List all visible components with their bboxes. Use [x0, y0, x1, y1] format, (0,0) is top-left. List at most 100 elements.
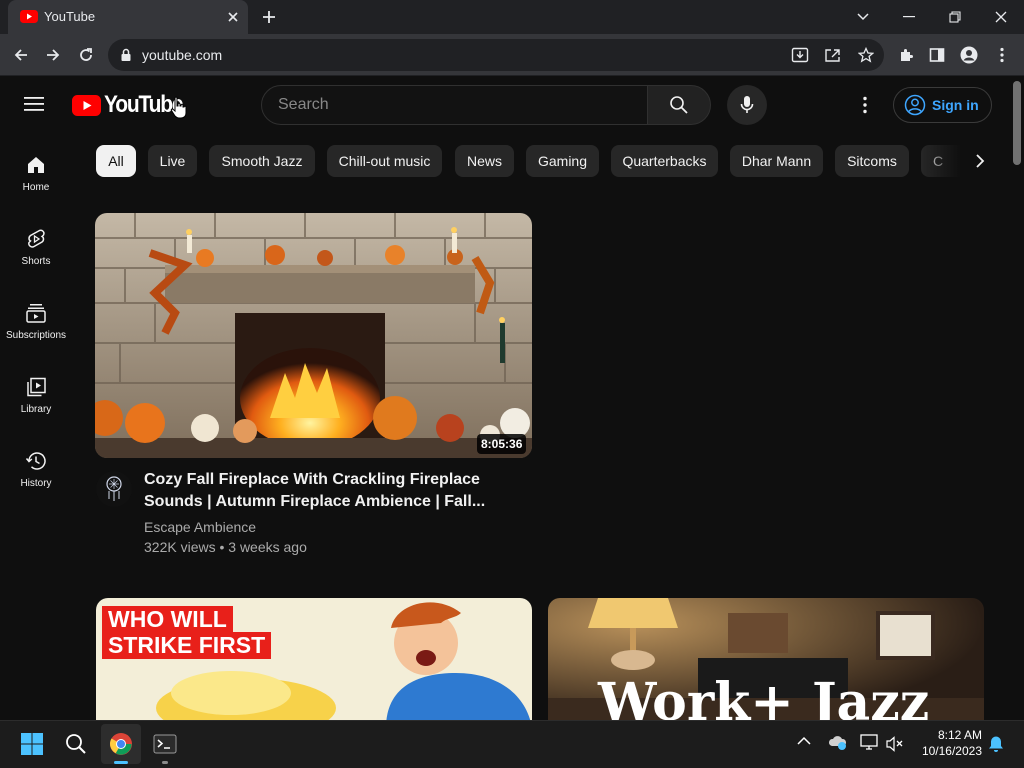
youtube-favicon-icon: [20, 10, 38, 23]
rail-label-library: Library: [20, 404, 52, 415]
youtube-logo[interactable]: YouTube: [72, 91, 184, 118]
rail-label-subscriptions: Subscriptions: [5, 330, 67, 341]
start-button[interactable]: [12, 724, 52, 764]
puzzle-icon: [901, 49, 913, 61]
volume-muted-icon[interactable]: [886, 736, 904, 752]
video-thumbnail-strike-first[interactable]: WHO WILL STRIKE FIRST: [96, 598, 532, 728]
chip-gaming[interactable]: Gaming: [526, 145, 599, 177]
restore-icon[interactable]: [932, 0, 978, 34]
forward-arrow-icon: [47, 49, 60, 61]
history-icon: [25, 450, 47, 472]
video-duration-badge: 8:05:36: [477, 434, 527, 454]
thumb-text-line-2: STRIKE FIRST: [102, 632, 272, 659]
rail-label-history: History: [20, 478, 52, 489]
new-tab-icon[interactable]: [261, 9, 277, 25]
rail-item-library[interactable]: Library: [0, 368, 72, 442]
video-metadata: 322K views • 3 weeks ago: [144, 539, 307, 555]
windows-logo-icon: [21, 733, 43, 755]
browser-toolbar: youtube.com: [0, 34, 1024, 76]
lock-icon[interactable]: [116, 45, 136, 65]
back-button[interactable]: [6, 40, 36, 70]
rail-label-shorts: Shorts: [21, 256, 51, 267]
side-panel-button[interactable]: [922, 40, 952, 70]
rail-item-shorts[interactable]: Shorts: [0, 220, 72, 294]
chip-chill-out-music[interactable]: Chill-out music: [327, 145, 442, 177]
share-icon[interactable]: [823, 45, 843, 65]
search-icon: [670, 96, 688, 114]
settings-menu-button[interactable]: [862, 96, 868, 114]
kebab-menu-icon: [1000, 47, 1004, 63]
account-circle-icon: [904, 94, 926, 116]
reload-button[interactable]: [71, 40, 101, 70]
voice-search-button[interactable]: [727, 85, 767, 125]
taskbar-search-button[interactable]: [56, 724, 96, 764]
taskbar-clock[interactable]: 8:12 AM 10/16/2023: [912, 727, 982, 759]
search-button[interactable]: [647, 85, 711, 125]
running-app-indicator: [162, 761, 168, 764]
side-panel-icon: [929, 48, 945, 62]
chrome-menu-button[interactable]: [987, 40, 1017, 70]
reload-icon: [80, 48, 92, 61]
rail-item-subscriptions[interactable]: Subscriptions: [0, 294, 72, 368]
video-title[interactable]: Cozy Fall Fireplace With Crackling Firep…: [144, 469, 524, 513]
search-placeholder: Search: [278, 96, 329, 113]
sign-in-button[interactable]: Sign in: [893, 87, 992, 123]
library-icon: [25, 376, 47, 398]
home-icon: [25, 154, 47, 176]
browser-tab[interactable]: YouTube: [8, 0, 248, 34]
subscriptions-icon: [25, 302, 47, 324]
show-hidden-icons-button[interactable]: [797, 736, 811, 746]
youtube-logo-icon: [72, 94, 101, 116]
microphone-icon: [740, 96, 754, 113]
network-icon[interactable]: [860, 734, 880, 752]
chip-news[interactable]: News: [455, 145, 514, 177]
minimize-icon[interactable]: [886, 0, 932, 34]
tab-title: YouTube: [44, 9, 96, 24]
guide-menu-button[interactable]: [24, 95, 46, 113]
chip-smooth-jazz[interactable]: Smooth Jazz: [209, 145, 315, 177]
address-bar[interactable]: youtube.com: [108, 39, 884, 71]
page-scrollbar[interactable]: [1010, 77, 1024, 720]
tab-close-icon[interactable]: [226, 10, 240, 24]
chip-next-button[interactable]: [966, 148, 994, 174]
rail-label-home: Home: [22, 182, 50, 193]
clock-date: 10/16/2023: [921, 744, 982, 758]
channel-avatar[interactable]: [96, 471, 132, 507]
clock-time: 8:12 AM: [937, 728, 982, 742]
video-thumbnail-work-jazz[interactable]: Work+ Jazz: [548, 598, 984, 728]
onedrive-icon[interactable]: [828, 734, 848, 750]
profile-button[interactable]: [954, 40, 984, 70]
tab-search-icon[interactable]: [840, 0, 886, 34]
browser-title-bar: YouTube: [0, 0, 1024, 34]
kebab-menu-icon: [863, 96, 867, 114]
chip-quarterbacks[interactable]: Quarterbacks: [611, 145, 718, 177]
video-thumbnail-fireplace[interactable]: [95, 213, 532, 458]
notifications-bell-icon[interactable]: [988, 735, 1004, 753]
forward-button[interactable]: [38, 40, 68, 70]
chip-sitcoms[interactable]: Sitcoms: [835, 145, 909, 177]
profile-icon: [960, 46, 978, 64]
back-arrow-icon: [14, 49, 27, 61]
taskbar-chrome-button[interactable]: [101, 724, 141, 764]
rail-item-history[interactable]: History: [0, 442, 72, 516]
chevron-right-icon: [976, 154, 985, 168]
dreamcatcher-icon: [106, 476, 122, 501]
chip-dhar-mann[interactable]: Dhar Mann: [730, 145, 823, 177]
thumb-text-line-1: WHO WILL: [102, 606, 233, 633]
scrollbar-thumb[interactable]: [1013, 81, 1021, 165]
search-input[interactable]: Search: [261, 85, 648, 125]
shorts-icon: [25, 228, 47, 250]
close-window-icon[interactable]: [978, 0, 1024, 34]
install-app-icon[interactable]: [790, 45, 810, 65]
extensions-button[interactable]: [891, 40, 921, 70]
rail-item-home[interactable]: Home: [0, 146, 72, 220]
chevron-up-icon: [797, 736, 811, 745]
chip-live[interactable]: Live: [148, 145, 197, 177]
chip-all[interactable]: All: [96, 145, 136, 177]
hand-cursor-icon: [170, 96, 188, 120]
taskbar-terminal-button[interactable]: [145, 724, 185, 764]
bookmark-star-icon[interactable]: [856, 45, 876, 65]
channel-name[interactable]: Escape Ambience: [144, 519, 256, 535]
chrome-icon: [110, 733, 132, 755]
hamburger-icon: [24, 97, 44, 111]
